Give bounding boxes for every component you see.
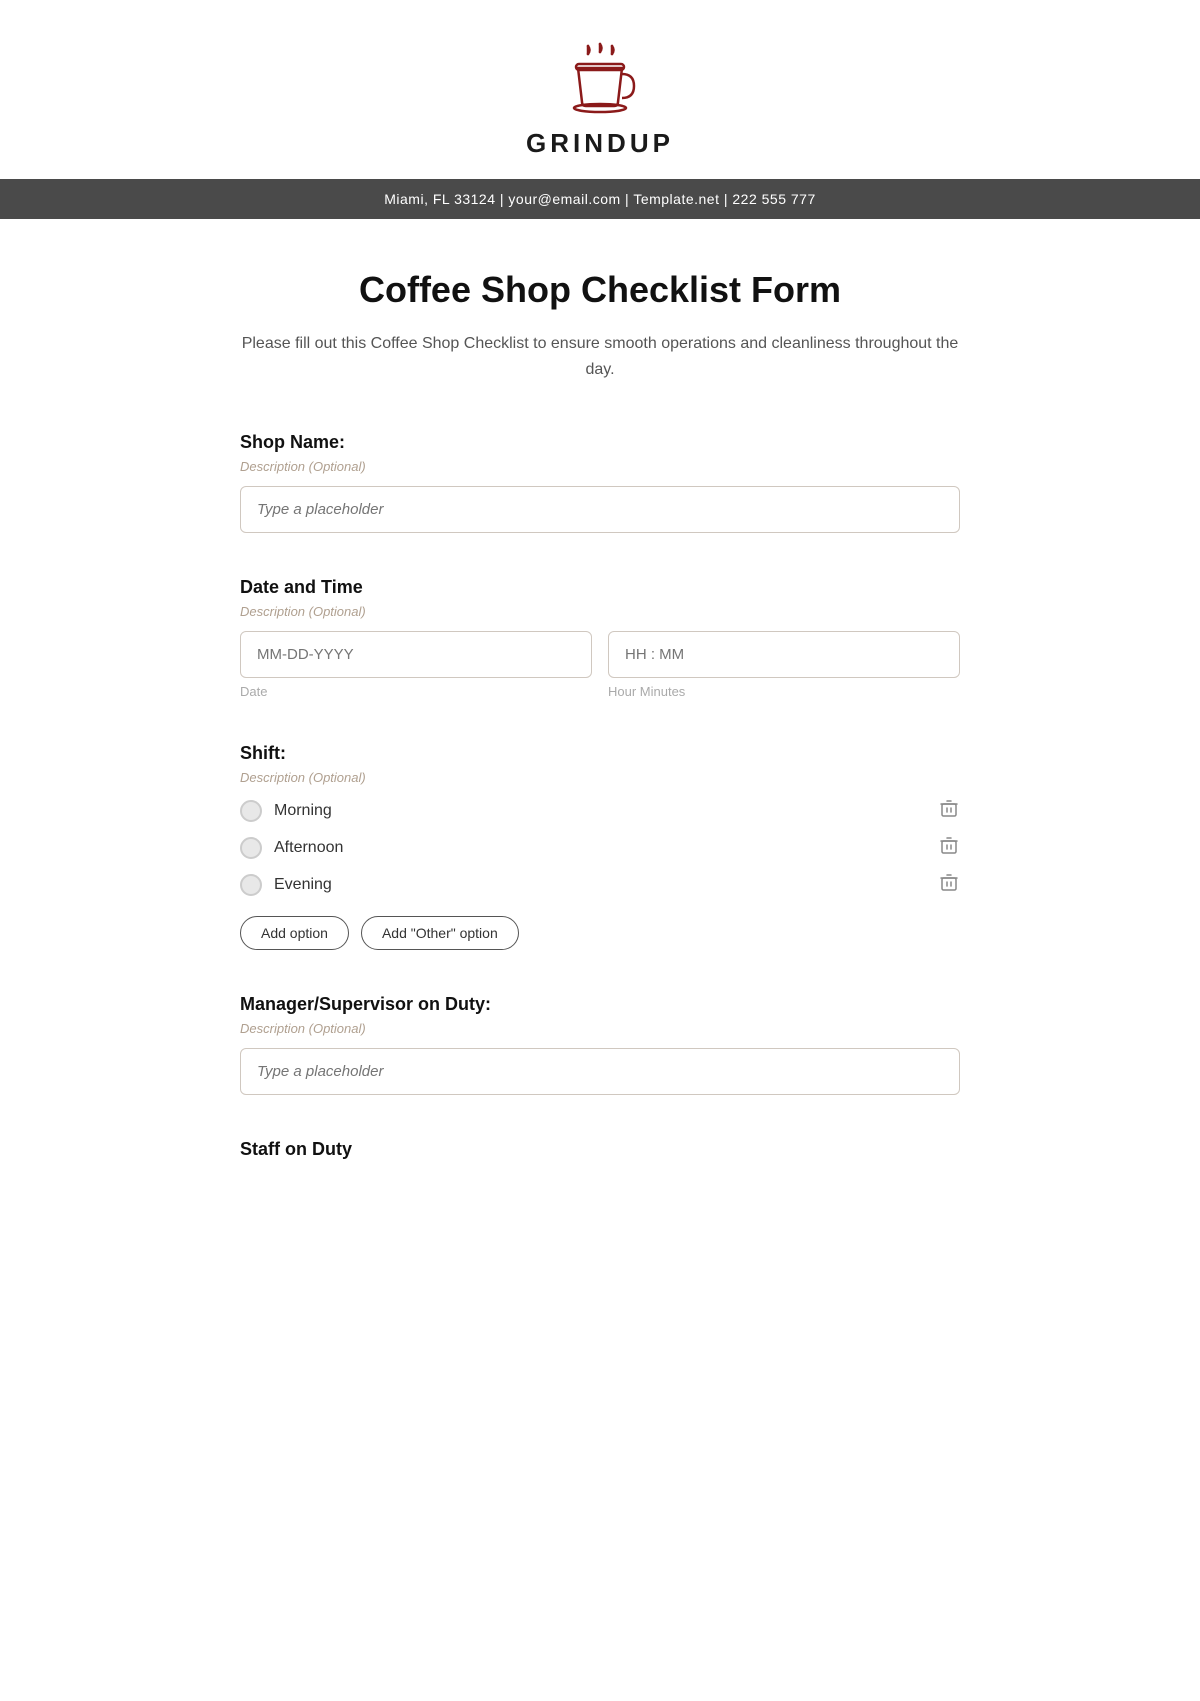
shop-name-description: Description (Optional) bbox=[240, 459, 960, 474]
logo-icon bbox=[560, 40, 640, 120]
date-time-description: Description (Optional) bbox=[240, 604, 960, 619]
main-content: Coffee Shop Checklist Form Please fill o… bbox=[220, 219, 980, 1264]
shop-name-section: Shop Name: Description (Optional) bbox=[240, 432, 960, 533]
time-input[interactable] bbox=[608, 631, 960, 678]
shift-evening-label: Evening bbox=[274, 876, 332, 894]
manager-description: Description (Optional) bbox=[240, 1021, 960, 1036]
radio-morning[interactable] bbox=[240, 800, 262, 822]
add-option-button[interactable]: Add option bbox=[240, 916, 349, 950]
shift-description: Description (Optional) bbox=[240, 770, 960, 785]
time-sublabel: Hour Minutes bbox=[608, 684, 960, 699]
shift-afternoon-label: Afternoon bbox=[274, 839, 343, 857]
manager-label: Manager/Supervisor on Duty: bbox=[240, 994, 960, 1015]
form-description: Please fill out this Coffee Shop Checkli… bbox=[240, 331, 960, 382]
delete-afternoon-icon[interactable] bbox=[938, 834, 960, 861]
radio-evening[interactable] bbox=[240, 874, 262, 896]
date-time-label: Date and Time bbox=[240, 577, 960, 598]
shift-morning-label: Morning bbox=[274, 802, 332, 820]
shift-option-evening: Evening bbox=[240, 871, 960, 898]
shop-name-label: Shop Name: bbox=[240, 432, 960, 453]
date-time-row: Date Hour Minutes bbox=[240, 631, 960, 699]
date-input[interactable] bbox=[240, 631, 592, 678]
shop-name-input[interactable] bbox=[240, 486, 960, 533]
shift-option-afternoon: Afternoon bbox=[240, 834, 960, 861]
form-title: Coffee Shop Checklist Form bbox=[240, 269, 960, 311]
shift-label: Shift: bbox=[240, 743, 960, 764]
info-bar: Miami, FL 33124 | your@email.com | Templ… bbox=[0, 179, 1200, 219]
shift-option-morning: Morning bbox=[240, 797, 960, 824]
staff-label: Staff on Duty bbox=[240, 1139, 960, 1160]
date-sublabel: Date bbox=[240, 684, 592, 699]
date-time-section: Date and Time Description (Optional) Dat… bbox=[240, 577, 960, 699]
time-col: Hour Minutes bbox=[608, 631, 960, 699]
date-col: Date bbox=[240, 631, 592, 699]
radio-afternoon[interactable] bbox=[240, 837, 262, 859]
staff-section: Staff on Duty bbox=[240, 1139, 960, 1160]
delete-evening-icon[interactable] bbox=[938, 871, 960, 898]
manager-input[interactable] bbox=[240, 1048, 960, 1095]
add-other-option-button[interactable]: Add "Other" option bbox=[361, 916, 519, 950]
shift-section: Shift: Description (Optional) Morning bbox=[240, 743, 960, 950]
manager-section: Manager/Supervisor on Duty: Description … bbox=[240, 994, 960, 1095]
add-option-row: Add option Add "Other" option bbox=[240, 916, 960, 950]
brand-name: GRINDUP bbox=[526, 128, 674, 159]
page-header: GRINDUP bbox=[0, 0, 1200, 179]
delete-morning-icon[interactable] bbox=[938, 797, 960, 824]
